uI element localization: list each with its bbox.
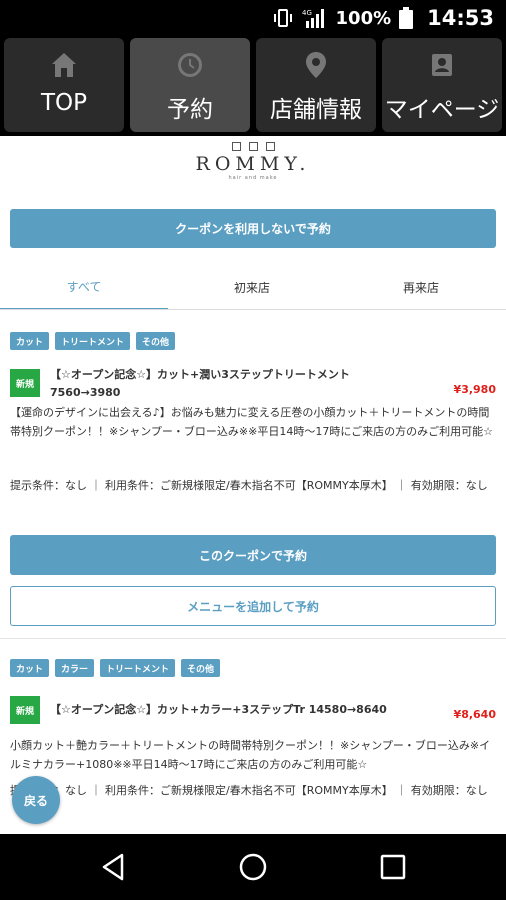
filter-tab-first-visit[interactable]: 初来店 [168, 264, 336, 310]
reserve-with-coupon-button[interactable]: このクーポンで予約 [10, 535, 496, 575]
signal-icon: 4G [302, 9, 324, 28]
coupon-2-tags: カット カラー トリートメント その他 [10, 659, 221, 677]
logo-mark [0, 142, 506, 151]
coupon-1-title: 【☆オープン記念☆】カット+潤い3ステップトリートメント 7560→3980 [50, 368, 350, 399]
tab-reserve-label: 予約 [167, 97, 213, 123]
tab-store-info-label: 店舗情報 [270, 97, 362, 123]
logo-subtitle: hair and make [228, 175, 278, 181]
logo-name: ROMMY. [195, 153, 311, 175]
profile-card-icon [432, 54, 452, 76]
tab-store-info[interactable]: 店舗情報 [256, 38, 376, 132]
tab-reserve[interactable]: 予約 [130, 38, 250, 132]
battery-percent: 100% [335, 7, 392, 29]
store-logo: ROMMY. hair and make [0, 142, 506, 181]
home-circle-icon[interactable] [237, 851, 269, 883]
tab-top-label: TOP [40, 90, 88, 116]
status-bar: 4G 100% 14:53 [0, 0, 506, 36]
coupon-filter-tabs: すべて 初来店 再来店 [0, 264, 506, 310]
back-triangle-icon[interactable] [98, 851, 130, 883]
filter-divider [0, 309, 506, 310]
back-button[interactable]: 戻る [12, 776, 60, 824]
recent-apps-icon[interactable] [377, 851, 409, 883]
coupon-2-price: ¥8,640 [453, 708, 496, 721]
coupon-1-price: ¥3,980 [453, 383, 496, 396]
tag-other: その他 [181, 659, 221, 677]
tag-color: カラー [55, 659, 95, 677]
tag-other: その他 [136, 332, 176, 350]
coupon-2-description: 小顔カット＋艶カラー＋トリートメントの時間帯特別クーポン！！※シャンプー・ブロー… [10, 739, 491, 771]
location-pin-icon [306, 52, 326, 78]
battery-icon [399, 7, 414, 29]
coupon-1-tags: カット トリートメント その他 [10, 332, 176, 350]
add-menu-reserve-button[interactable]: メニューを追加して予約 [10, 586, 496, 626]
system-nav-bar [0, 834, 506, 900]
tag-treatment: トリートメント [55, 332, 131, 350]
new-customer-badge: 新規 [10, 696, 40, 724]
tab-mypage[interactable]: マイページ [382, 38, 502, 132]
tag-cut: カット [10, 659, 50, 677]
tag-cut: カット [10, 332, 50, 350]
vibrate-icon [273, 9, 292, 27]
filter-tab-all[interactable]: すべて [0, 264, 168, 310]
clock-time: 14:53 [427, 6, 494, 30]
coupon-2-title: 【☆オープン記念☆】カット+カラー+3ステップTr 14580→8640 [50, 703, 387, 716]
top-nav: TOP 予約 店舗情報 マイページ [0, 36, 506, 136]
coupon-2-conditions: 提示条件：なし ｜ 利用条件：ご新規様限定/春木指名不可【ROMMY本厚木】 ｜… [10, 784, 488, 797]
home-icon [52, 53, 76, 77]
clock-icon [178, 53, 202, 77]
network-type: 4G [302, 9, 312, 17]
filter-tab-return-visit[interactable]: 再来店 [336, 264, 506, 310]
coupon-divider [0, 638, 506, 639]
main-content: ROMMY. hair and make クーポンを利用しないで予約 すべて 初… [0, 136, 506, 834]
reserve-without-coupon-button[interactable]: クーポンを利用しないで予約 [10, 209, 496, 248]
new-customer-badge: 新規 [10, 369, 40, 397]
tab-top[interactable]: TOP [4, 38, 124, 132]
coupon-1-description: 【運命のデザインに出会える♪】お悩みも魅力に変える圧巻の小顔カット＋トリートメン… [10, 406, 493, 438]
tab-mypage-label: マイページ [384, 97, 500, 123]
tag-treatment: トリートメント [100, 659, 176, 677]
coupon-1-conditions: 提示条件：なし ｜ 利用条件：ご新規様限定/春木指名不可【ROMMY本厚木】 ｜… [10, 479, 488, 492]
